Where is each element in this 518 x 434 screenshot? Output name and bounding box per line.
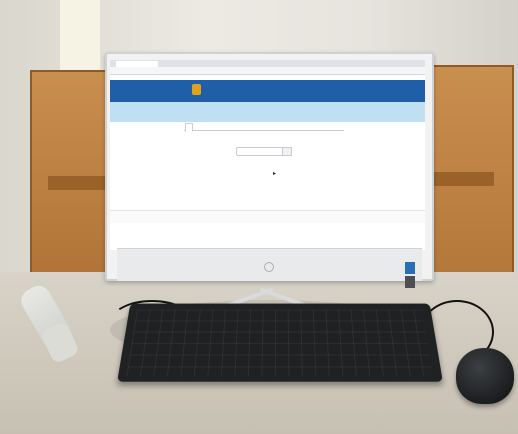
- sticker-dark: [405, 276, 415, 288]
- browser-address[interactable]: [130, 68, 250, 73]
- search-button[interactable]: [282, 147, 292, 156]
- site-footer: [110, 210, 425, 223]
- search-input[interactable]: [236, 147, 286, 156]
- site-logo: [192, 84, 201, 95]
- window-light: [60, 0, 100, 70]
- brand-logo-icon: [264, 262, 274, 272]
- keyboard[interactable]: [117, 304, 443, 382]
- photo-scene: ▸: [0, 0, 518, 434]
- keyboard-keys[interactable]: [126, 310, 433, 377]
- sticker-blue: [405, 262, 415, 274]
- monitor-screen: ▸: [110, 60, 425, 250]
- nav-tab-bar: [184, 122, 344, 131]
- site-header: [110, 80, 425, 102]
- mouse-cursor-icon: ▸: [273, 170, 276, 177]
- browser-tab-strip: [110, 60, 425, 67]
- computer-mouse[interactable]: [456, 348, 514, 404]
- nav-tab-1[interactable]: [185, 123, 193, 132]
- nav-tab-2[interactable]: [202, 123, 208, 130]
- title-band: [110, 102, 425, 122]
- nav-tab-3[interactable]: [224, 123, 230, 130]
- barcode-scanner[interactable]: [30, 285, 90, 380]
